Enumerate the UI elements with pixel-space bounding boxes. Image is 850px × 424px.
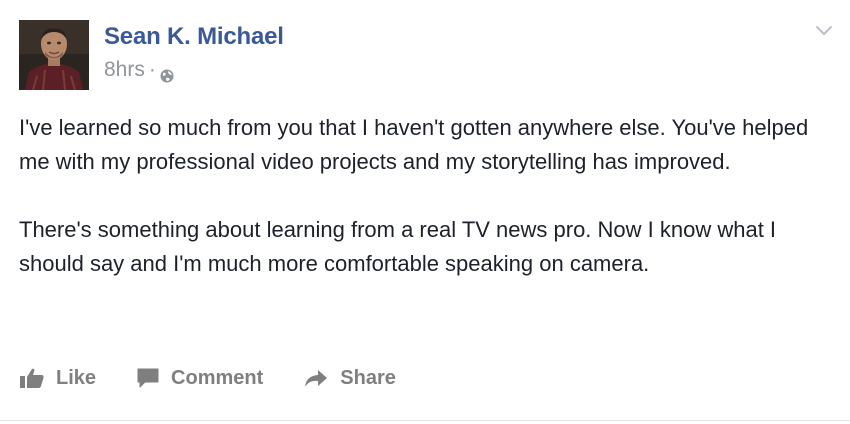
comment-button[interactable]: Comment [136,367,263,390]
timestamp-link[interactable]: 8hrs [104,58,145,82]
post-bottom-divider [0,420,850,421]
chevron-down-icon[interactable] [814,24,834,38]
post-meta: 8hrs · [104,58,174,82]
post-paragraph: I've learned so much from you that I hav… [19,115,809,174]
like-button[interactable]: Like [19,367,96,390]
globe-icon[interactable] [160,65,174,82]
post-actions-bar: Like Comment Share [19,362,436,394]
comment-icon [137,368,159,388]
facebook-post: Sean K. Michael 8hrs · I've learned so m… [0,0,850,424]
comment-label: Comment [171,366,264,389]
post-paragraph: There's something about learning from a … [19,217,777,276]
profile-photo [19,20,89,90]
meta-separator: · [148,58,156,81]
author-name-link[interactable]: Sean K. Michael [104,23,284,51]
share-label: Share [340,366,396,389]
thumbs-up-icon [20,368,44,388]
avatar[interactable] [19,20,89,90]
share-button[interactable]: Share [303,367,396,390]
share-arrow-icon [305,370,328,387]
post-body: I've learned so much from you that I hav… [19,111,819,315]
like-label: Like [56,366,97,389]
